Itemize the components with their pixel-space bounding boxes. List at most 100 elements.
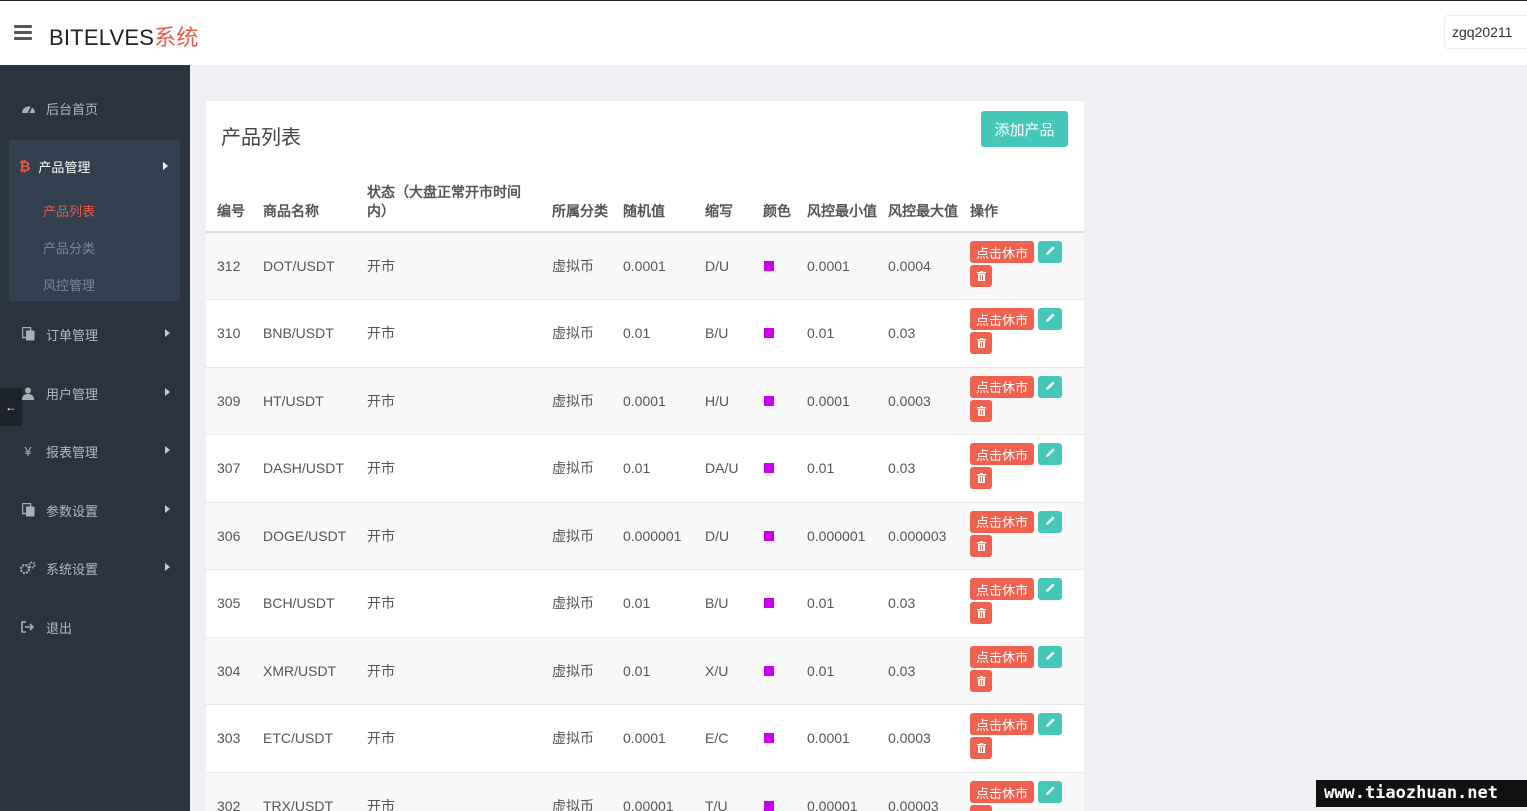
cell-status: 开市 <box>356 704 541 772</box>
row-actions: 点击休市 <box>970 577 1084 629</box>
pencil-icon[interactable] <box>1038 308 1062 331</box>
user-menu[interactable]: zgq20211 <box>1444 15 1527 49</box>
sidebar-item-params[interactable]: 参数设置 <box>0 490 190 530</box>
cell-risk-min: 0.01 <box>796 299 877 367</box>
pencil-icon[interactable] <box>1038 241 1062 263</box>
cell-random: 0.000001 <box>612 501 694 570</box>
dashboard-icon <box>20 100 36 116</box>
cell-id: 302 <box>206 771 252 811</box>
col-header-name: 商品名称 <box>252 171 356 233</box>
cell-name: BNB/USDT <box>252 299 356 367</box>
table-row: 307 DASH/USDT 开市 虚拟币 0.01 DA/U 0.01 0.03 点击休市 <box>206 434 1084 502</box>
color-swatch <box>764 261 774 271</box>
close-market-button[interactable]: 点击休市 <box>970 375 1034 398</box>
cell-risk-min: 0.0001 <box>796 704 877 772</box>
cell-id: 309 <box>206 366 252 435</box>
cell-category: 虚拟币 <box>541 636 612 705</box>
cell-ops: 点击休市 <box>959 501 1084 570</box>
cell-ops: 点击休市 <box>959 231 1084 300</box>
trash-icon[interactable] <box>970 332 992 355</box>
table-row: 303 ETC/USDT 开市 虚拟币 0.0001 E/C 0.0001 0.0003 点击休… <box>206 704 1084 772</box>
sidebar-item-product-mgmt[interactable]: ₿ 产品管理 <box>9 146 180 186</box>
close-market-button[interactable]: 点击休市 <box>970 308 1034 331</box>
close-market-button[interactable]: 点击休市 <box>970 713 1034 736</box>
pencil-icon[interactable] <box>1038 645 1062 668</box>
pencil-icon[interactable] <box>1038 781 1062 803</box>
cell-risk-max: 0.03 <box>877 299 959 367</box>
trash-icon[interactable] <box>970 534 992 557</box>
cell-risk-max: 0.03 <box>877 636 959 705</box>
trash-icon[interactable] <box>970 602 992 625</box>
cell-risk-min: 0.01 <box>796 636 877 705</box>
row-actions: 点击休市 <box>970 510 1084 562</box>
close-market-button[interactable]: 点击休市 <box>970 443 1034 466</box>
username: zgq20211 <box>1452 24 1513 40</box>
sidebar-item-reports[interactable]: ¥ 报表管理 <box>0 431 190 471</box>
table-row: 304 XMR/USDT 开市 虚拟币 0.01 X/U 0.01 0.03 点击休市 <box>206 636 1084 705</box>
sidebar-subitem-product-category[interactable]: 产品分类 <box>43 238 95 257</box>
color-swatch <box>764 665 774 676</box>
close-market-button[interactable]: 点击休市 <box>970 781 1034 803</box>
cell-color <box>752 636 796 705</box>
chevron-right-icon <box>165 505 170 513</box>
sidebar-subitem-risk-mgmt[interactable]: 风控管理 <box>43 275 95 294</box>
sidebar-item-system[interactable]: 系统设置 <box>0 548 190 588</box>
trash-icon[interactable] <box>970 669 992 692</box>
col-header-abbr: 缩写 <box>694 171 752 233</box>
sidebar-item-label: 后台首页 <box>46 101 99 117</box>
pencil-icon[interactable] <box>1038 375 1062 398</box>
table-row: 312 DOT/USDT 开市 虚拟币 0.0001 D/U 0.0001 0.0004 点击休… <box>206 231 1084 300</box>
close-market-button[interactable]: 点击休市 <box>970 510 1034 533</box>
cell-ops: 点击休市 <box>959 704 1084 772</box>
color-swatch <box>764 530 774 541</box>
pencil-icon[interactable] <box>1038 578 1062 601</box>
cell-name: DOGE/USDT <box>252 501 356 570</box>
cell-color <box>752 299 796 367</box>
cell-abbr: X/U <box>694 636 752 705</box>
cell-name: DASH/USDT <box>252 434 356 502</box>
row-actions: 点击休市 <box>970 780 1084 811</box>
sidebar-subitem-product-list[interactable]: 产品列表 <box>43 201 95 220</box>
trash-icon[interactable] <box>970 467 992 490</box>
col-header-random: 随机值 <box>612 171 694 233</box>
color-swatch <box>764 598 774 609</box>
cell-id: 312 <box>206 231 252 300</box>
close-market-button[interactable]: 点击休市 <box>970 241 1034 263</box>
cell-risk-max: 0.03 <box>877 434 959 502</box>
sidebar-item-logout[interactable]: 退出 <box>0 607 190 647</box>
table-header-row: 编号 商品名称 状态（大盘正常开市时间内） 所属分类 随机值 缩写 颜色 风控最… <box>206 171 1084 233</box>
close-market-button[interactable]: 点击休市 <box>970 645 1034 668</box>
sidebar-item-home[interactable]: 后台首页 <box>0 88 190 128</box>
cell-random: 0.00001 <box>612 771 694 811</box>
pencil-icon[interactable] <box>1038 510 1062 533</box>
row-actions: 点击休市 <box>970 645 1084 697</box>
col-header-category: 所属分类 <box>541 171 612 233</box>
add-product-button[interactable]: 添加产品 <box>981 111 1068 147</box>
row-actions: 点击休市 <box>970 240 1084 292</box>
cell-random: 0.0001 <box>612 366 694 435</box>
cell-risk-max: 0.0004 <box>877 231 959 300</box>
cell-id: 304 <box>206 636 252 705</box>
trash-icon[interactable] <box>970 805 992 811</box>
close-market-button[interactable]: 点击休市 <box>970 578 1034 601</box>
cell-category: 虚拟币 <box>541 771 612 811</box>
cell-abbr: H/U <box>694 366 752 435</box>
trash-icon[interactable] <box>970 265 992 287</box>
menu-toggle-icon[interactable] <box>14 25 32 41</box>
cell-name: HT/USDT <box>252 366 356 435</box>
row-actions: 点击休市 <box>970 307 1084 359</box>
cell-category: 虚拟币 <box>541 501 612 570</box>
trash-icon[interactable] <box>970 737 992 760</box>
cell-abbr: E/C <box>694 704 752 772</box>
cell-color <box>752 771 796 811</box>
cell-abbr: D/U <box>694 231 752 300</box>
sidebar-item-label: 退出 <box>46 620 73 636</box>
cell-id: 305 <box>206 569 252 637</box>
sidebar-item-orders[interactable]: 订单管理 <box>0 314 190 354</box>
sidebar-item-users[interactable]: 用户管理 <box>0 373 190 413</box>
trash-icon[interactable] <box>970 399 992 422</box>
pencil-icon[interactable] <box>1038 713 1062 736</box>
collapse-arrow-icon[interactable]: ← <box>0 388 22 426</box>
pencil-icon[interactable] <box>1038 443 1062 466</box>
col-header-color: 颜色 <box>752 171 796 233</box>
